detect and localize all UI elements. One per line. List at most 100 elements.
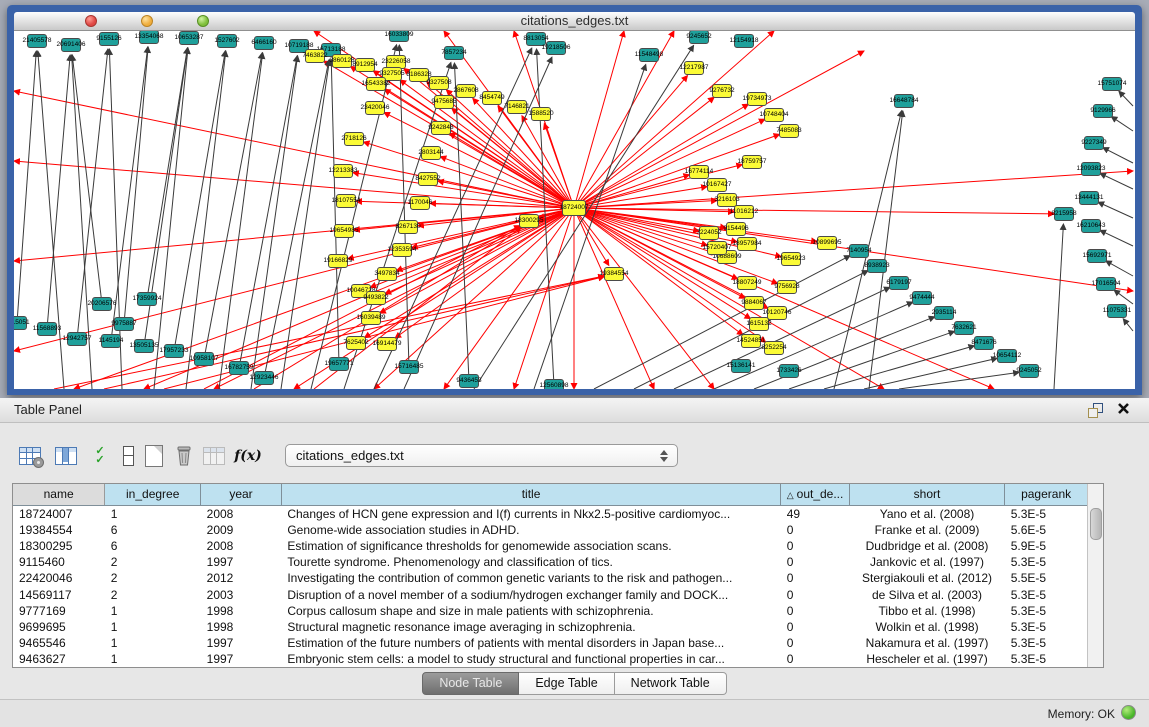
table-row[interactable]: 1938455462009Genome-wide association stu… [13, 522, 1088, 538]
graph-node[interactable]: 16782759 [229, 361, 249, 375]
tab-network-table[interactable]: Network Table [615, 672, 727, 695]
table-cell[interactable]: 0 [781, 619, 850, 635]
table-cell[interactable]: 1998 [201, 603, 282, 619]
table-cell[interactable]: 6 [105, 538, 201, 554]
table-cell[interactable]: Estimation of the future numbers of pati… [281, 635, 780, 651]
graph-node[interactable]: 9155126 [99, 32, 119, 46]
table-cell[interactable]: Dudbridge et al. (2008) [849, 538, 1004, 554]
show-columns-icon[interactable] [52, 442, 80, 470]
table-cell[interactable]: 5.3E-5 [1005, 619, 1088, 635]
table-cell[interactable]: 5.3E-5 [1005, 603, 1088, 619]
graph-node[interactable]: 8471676 [974, 336, 994, 350]
graph-node[interactable]: 16914479 [377, 337, 397, 351]
table-row[interactable]: 1456911722003Disruption of a novel membe… [13, 586, 1088, 602]
table-cell[interactable]: 1 [105, 619, 201, 635]
graph-node[interactable]: 20691406 [61, 38, 81, 52]
graph-node[interactable]: 9436453 [459, 374, 479, 388]
table-cell[interactable]: 49 [781, 505, 850, 522]
graph-node[interactable]: 18957984 [737, 237, 757, 251]
graph-node[interactable]: 11016212 [734, 205, 754, 219]
graph-node[interactable]: 16774114 [689, 165, 709, 179]
graph-node[interactable]: 19657771 [329, 357, 349, 371]
table-cell[interactable]: 1997 [201, 635, 282, 651]
table-cell[interactable]: de Silva et al. (2003) [849, 586, 1004, 602]
graph-node[interactable]: 9475685 [434, 95, 454, 109]
table-cell[interactable]: 9463627 [13, 651, 105, 667]
graph-node[interactable]: 15716485 [399, 360, 419, 374]
table-cell[interactable]: 0 [781, 522, 850, 538]
column-header-short[interactable]: short [849, 484, 1004, 505]
graph-node[interactable]: 1615132 [749, 317, 769, 331]
table-cell[interactable]: 14569117 [13, 586, 105, 602]
graph-node[interactable]: 20206576 [92, 297, 112, 311]
table-cell[interactable]: 18724007 [13, 505, 105, 522]
table-cell[interactable]: Structural magnetic resonance image aver… [281, 619, 780, 635]
table-cell[interactable]: 2008 [201, 505, 282, 522]
graph-node[interactable]: 12154918 [734, 34, 754, 48]
table-row[interactable]: 1872400712008Changes of HCN gene express… [13, 505, 1088, 522]
table-cell[interactable]: 9699695 [13, 619, 105, 635]
table-cell[interactable]: 0 [781, 586, 850, 602]
column-header-year[interactable]: year [201, 484, 282, 505]
graph-node[interactable]: 16648784 [894, 94, 914, 108]
table-cell[interactable]: Investigating the contribution of common… [281, 570, 780, 586]
table-scrollbar[interactable] [1087, 484, 1103, 667]
graph-node[interactable]: 1733426 [779, 364, 799, 378]
graph-node[interactable]: 12560898 [544, 379, 564, 389]
table-cell[interactable]: 9777169 [13, 603, 105, 619]
graph-node[interactable]: 17016504 [1096, 277, 1116, 291]
table-cell[interactable]: Jankovic et al. (1997) [849, 554, 1004, 570]
graph-node[interactable]: 8267130 [398, 220, 418, 234]
graph-node[interactable]: 2718126 [344, 132, 364, 146]
graph-node[interactable]: 11075331 [1107, 304, 1127, 318]
graph-node[interactable]: 12353594 [392, 243, 412, 257]
column-header-in_degree[interactable]: in_degree [105, 484, 201, 505]
table-cell[interactable]: 2 [105, 554, 201, 570]
table-selector-dropdown[interactable]: citations_edges.txt [285, 444, 678, 467]
graph-node[interactable]: 18759757 [742, 155, 762, 169]
graph-node[interactable]: 8427552 [418, 172, 438, 186]
graph-node[interactable]: 9493822 [366, 291, 386, 305]
table-cell[interactable]: 2009 [201, 522, 282, 538]
graph-node[interactable]: 9129966 [1093, 104, 1113, 118]
graph-node[interactable]: 18724007 [562, 200, 586, 216]
graph-node[interactable]: 7632621 [954, 321, 974, 335]
delete-column-icon[interactable] [170, 442, 198, 470]
graph-node[interactable]: 10120746 [767, 306, 787, 320]
graph-node[interactable]: 12923446 [254, 371, 274, 385]
graph-node[interactable]: 8252254 [764, 341, 784, 355]
table-cell[interactable]: Embryonic stem cells: a model to study s… [281, 651, 780, 667]
graph-node[interactable]: 9327508 [429, 76, 449, 90]
table-cell[interactable]: 2003 [201, 586, 282, 602]
tab-edge-table[interactable]: Edge Table [519, 672, 614, 695]
graph-node[interactable]: 12217987 [684, 61, 704, 75]
table-cell[interactable]: 9115460 [13, 554, 105, 570]
table-row[interactable]: 946362711997Embryonic stem cells: a mode… [13, 651, 1088, 667]
table-cell[interactable]: Hescheler et al. (1997) [849, 651, 1004, 667]
graph-node[interactable]: 19384554 [604, 267, 624, 281]
table-cell[interactable]: 22420046 [13, 570, 105, 586]
table-cell[interactable]: Genome-wide association studies in ADHD. [281, 522, 780, 538]
close-panel-icon[interactable] [1117, 402, 1131, 416]
graph-node[interactable]: 1527602 [217, 34, 237, 48]
table-row[interactable]: 911546021997Tourette syndrome. Phenomeno… [13, 554, 1088, 570]
graph-node[interactable]: 10653287 [179, 31, 199, 45]
table-row[interactable]: 969969511998Structural magnetic resonanc… [13, 619, 1088, 635]
graph-node[interactable]: 9884067 [744, 296, 764, 310]
graph-node[interactable]: 17359924 [137, 292, 157, 306]
graph-node[interactable]: 13354068 [139, 31, 159, 44]
graph-node[interactable]: 8912954 [355, 58, 375, 72]
table-cell[interactable]: 1997 [201, 651, 282, 667]
table-cell[interactable]: 5.3E-5 [1005, 586, 1088, 602]
graph-node[interactable]: 7140954 [849, 244, 869, 258]
table-cell[interactable]: 1 [105, 505, 201, 522]
graph-node[interactable]: 19654923 [781, 252, 801, 266]
table-cell[interactable]: 1 [105, 635, 201, 651]
graph-node[interactable]: 9315051 [14, 316, 27, 330]
table-cell[interactable]: 2012 [201, 570, 282, 586]
graph-node[interactable]: 18807249 [737, 276, 757, 290]
graph-node[interactable]: 9227349 [1084, 136, 1104, 150]
table-cell[interactable]: Tibbo et al. (1998) [849, 603, 1004, 619]
table-cell[interactable]: 2 [105, 586, 201, 602]
graph-node[interactable]: 10958107 [194, 352, 214, 366]
